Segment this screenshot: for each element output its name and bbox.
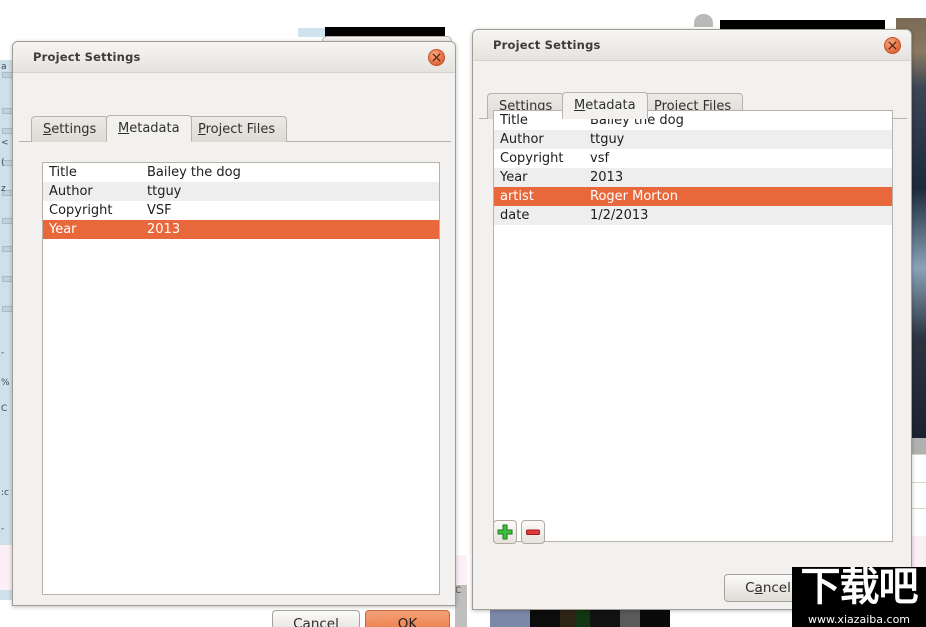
metadata-key: artist (500, 189, 534, 204)
cancel-label-post: ncel (310, 616, 339, 627)
metadata-value: 2013 (590, 170, 624, 185)
background-spinner-icon (694, 14, 713, 27)
ok-mnemonic: K (408, 616, 418, 627)
add-metadata-button[interactable] (493, 520, 517, 544)
table-row[interactable]: Year 2013 (43, 220, 439, 239)
background-thumbnails (490, 608, 670, 627)
table-row[interactable]: Author ttguy (494, 130, 892, 149)
table-row[interactable]: Copyright vsf (494, 149, 892, 168)
metadata-value: ttguy (147, 184, 182, 199)
ok-label-pre: O (397, 616, 409, 627)
tab-project-files[interactable]: Project Files (186, 116, 288, 142)
table-row[interactable]: Copyright VSF (43, 201, 439, 220)
metadata-key: Author (500, 132, 544, 147)
watermark-logo-text: 下载吧 (800, 567, 919, 610)
tab-settings-label: ettings (51, 122, 97, 137)
tab-metadata-mnemonic: M (574, 98, 586, 113)
tab-metadata-label: etadata (585, 98, 636, 113)
cancel-label-pre: C (293, 616, 303, 627)
table-row[interactable]: Title Bailey the dog (43, 163, 439, 182)
tab-project-files-mnemonic: P (198, 122, 206, 137)
cancel-label-post: ncel (762, 580, 791, 596)
cancel-mnemonic: a (302, 616, 311, 627)
metadata-list[interactable]: Title Bailey the dog Author ttguy Copyright v… (493, 110, 893, 542)
cancel-button[interactable]: Cancel (272, 610, 360, 627)
tab-settings[interactable]: Settings (31, 116, 109, 142)
dialog-title: Project Settings (493, 38, 601, 52)
watermark-url: www.xiazaiba.com (807, 613, 911, 626)
metadata-value: Bailey the dog (147, 165, 241, 180)
tab-metadata-label: etadata (129, 121, 180, 136)
metadata-value: 2013 (147, 222, 181, 237)
tab-strip: Settings Metadata Project Files (13, 115, 457, 142)
tab-metadata[interactable]: Metadata (562, 92, 648, 119)
table-row[interactable]: date 1/2/2013 (494, 206, 892, 225)
tab-project-files-label: roject Files (205, 122, 276, 137)
close-icon[interactable] (428, 49, 445, 66)
background-mid-pink (455, 555, 467, 585)
metadata-key: Copyright (49, 203, 113, 218)
minus-icon (526, 529, 540, 535)
ok-button[interactable]: OK (365, 610, 450, 627)
table-row[interactable]: Title Bailey the dog (494, 111, 892, 130)
cancel-label-pre: C (745, 580, 755, 596)
metadata-value: VSF (147, 203, 172, 218)
screen: a < ( z - % C :c - Re C Project Settings (0, 0, 926, 627)
cancel-mnemonic: a (754, 580, 763, 596)
metadata-key: date (500, 208, 530, 223)
table-row[interactable]: Year 2013 (494, 168, 892, 187)
metadata-key: Author (49, 184, 93, 199)
tab-metadata[interactable]: Metadata (106, 115, 192, 142)
project-settings-dialog-right: Project Settings Settings Metadata Proje… (472, 29, 912, 610)
table-row[interactable]: Author ttguy (43, 182, 439, 201)
watermark: 下载吧 www.xiazaiba.com (792, 567, 926, 627)
metadata-list[interactable]: Title Bailey the dog Author ttguy Copyright V… (42, 162, 440, 595)
metadata-key: Title (49, 165, 77, 180)
titlebar[interactable]: Project Settings (13, 42, 455, 73)
dialog-title: Project Settings (33, 50, 141, 64)
background-chip (298, 28, 326, 37)
metadata-key: Year (500, 170, 528, 185)
metadata-key: Copyright (500, 151, 564, 166)
table-row[interactable]: artist Roger Morton (494, 187, 892, 206)
tab-metadata-mnemonic: M (118, 121, 130, 136)
close-icon[interactable] (884, 37, 901, 54)
metadata-key: Year (49, 222, 77, 237)
plus-icon (497, 524, 513, 540)
remove-metadata-button[interactable] (521, 520, 545, 544)
project-settings-dialog-left: Project Settings Settings Metadata Proje… (12, 41, 457, 627)
titlebar[interactable]: Project Settings (473, 30, 911, 61)
metadata-value: 1/2/2013 (590, 208, 649, 223)
metadata-value: Roger Morton (590, 189, 678, 204)
metadata-value: ttguy (590, 132, 625, 147)
metadata-value: vsf (590, 151, 610, 166)
